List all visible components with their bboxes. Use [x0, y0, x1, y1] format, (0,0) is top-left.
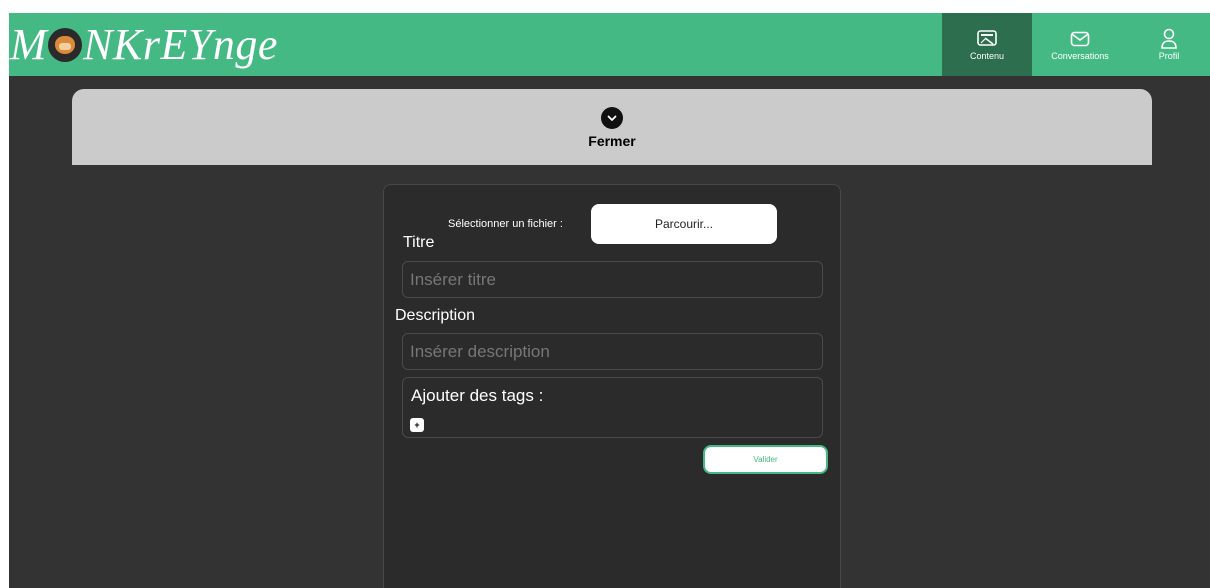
nav-item-conversations[interactable]: Conversations — [1032, 13, 1128, 76]
close-label: Fermer — [588, 133, 636, 149]
monkey-logo-icon — [48, 28, 83, 62]
top-bar: M NKrEYnge Contenu Conversations Profil — [9, 13, 1210, 76]
browse-file-button[interactable]: Parcourir... — [591, 204, 777, 244]
description-label: Description — [395, 307, 476, 324]
nav-label-conversations: Conversations — [1051, 50, 1109, 61]
tags-label: Ajouter des tags : — [411, 386, 544, 405]
title-label: Titre — [403, 234, 435, 251]
description-input[interactable] — [402, 333, 823, 370]
content-icon — [976, 29, 998, 49]
close-panel[interactable]: Fermer — [72, 89, 1152, 165]
nav-label-profil: Profil — [1158, 50, 1180, 61]
mail-icon — [1069, 29, 1091, 49]
file-label: Sélectionner un fichier : — [448, 218, 563, 230]
tags-box: Ajouter des tags : + — [402, 377, 823, 438]
title-input[interactable] — [402, 261, 823, 298]
logo-text-start: M — [10, 19, 48, 69]
nav-item-profil[interactable]: Profil — [1128, 13, 1210, 76]
logo-text-end: NKrEYnge — [83, 19, 278, 69]
app-window: M NKrEYnge Contenu Conversations Profil … — [9, 13, 1210, 588]
nav-label-contenu: Contenu — [969, 50, 1005, 61]
logo[interactable]: M NKrEYnge — [10, 16, 278, 72]
chevron-down-icon[interactable] — [601, 107, 623, 129]
nav-item-contenu[interactable]: Contenu — [942, 13, 1032, 76]
profile-icon — [1159, 28, 1179, 49]
add-tag-button[interactable]: + — [410, 418, 424, 432]
upload-form: Sélectionner un fichier : Parcourir... T… — [383, 184, 841, 588]
submit-button[interactable]: Valider — [703, 445, 828, 474]
